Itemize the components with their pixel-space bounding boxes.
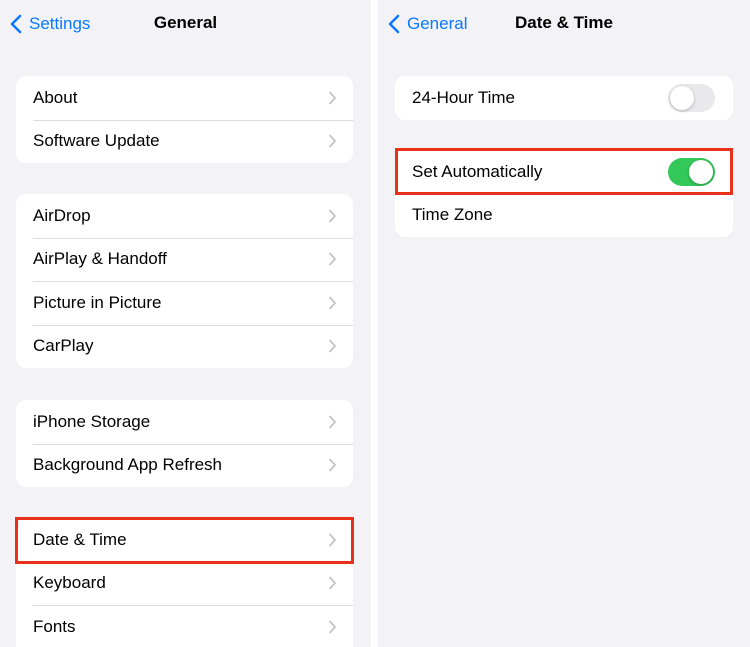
row-label: iPhone Storage <box>33 411 151 431</box>
date-time-screen: General Date & Time 24-Hour Time Set Aut… <box>378 0 750 647</box>
row-label: Fonts <box>33 616 76 636</box>
chevron-right-icon <box>329 91 336 105</box>
row-label: Picture in Picture <box>33 292 162 312</box>
24-hour-time-row: 24-Hour Time <box>395 76 733 120</box>
row-label: 24-Hour Time <box>412 87 515 107</box>
picture-in-picture-row[interactable]: Picture in Picture <box>16 281 353 325</box>
keyboard-row[interactable]: Keyboard <box>16 561 353 606</box>
settings-group-2: AirDrop AirPlay & Handoff Picture in Pic… <box>16 194 353 368</box>
iphone-storage-row[interactable]: iPhone Storage <box>16 400 353 444</box>
back-button-label: General <box>407 14 468 33</box>
set-automatically-toggle[interactable] <box>668 157 715 186</box>
chevron-right-icon <box>329 533 336 547</box>
chevron-right-icon <box>329 296 336 310</box>
row-label: Software Update <box>33 131 160 151</box>
chevron-right-icon <box>329 209 336 223</box>
navigation-bar: Settings General <box>0 0 371 48</box>
toggle-knob <box>689 159 713 184</box>
page-title: General <box>153 13 218 32</box>
set-automatically-row: Set Automatically <box>395 150 733 194</box>
24-hour-time-toggle[interactable] <box>668 83 715 112</box>
settings-group-4: Date & Time Keyboard Fonts <box>16 518 353 647</box>
settings-group-1: About Software Update <box>16 76 353 163</box>
row-label: Set Automatically <box>412 161 543 181</box>
row-label: AirDrop <box>33 205 91 225</box>
fonts-row[interactable]: Fonts <box>16 605 353 647</box>
chevron-right-icon <box>329 576 336 590</box>
software-update-row[interactable]: Software Update <box>16 119 353 164</box>
chevron-right-icon <box>329 252 336 266</box>
settings-group-3: iPhone Storage Background App Refresh <box>16 400 353 487</box>
background-app-refresh-row[interactable]: Background App Refresh <box>16 443 353 488</box>
time-zone-row[interactable]: Time Zone <box>395 193 733 238</box>
toggle-knob <box>670 85 694 110</box>
navigation-bar: General Date & Time <box>378 0 750 48</box>
chevron-right-icon <box>329 134 336 148</box>
row-label: About <box>33 87 78 107</box>
chevron-right-icon <box>329 620 336 634</box>
page-title: Date & Time <box>515 13 613 32</box>
row-label: Keyboard <box>33 573 106 593</box>
chevron-right-icon <box>329 339 336 353</box>
row-label: Date & Time <box>33 529 127 549</box>
date-time-row[interactable]: Date & Time <box>16 518 353 562</box>
time-format-group: 24-Hour Time <box>395 76 733 120</box>
general-screen: Settings General About Software Update A… <box>0 0 371 647</box>
row-label: AirPlay & Handoff <box>33 249 167 269</box>
row-label: Time Zone <box>412 205 493 225</box>
chevron-left-icon <box>388 14 400 34</box>
carplay-row[interactable]: CarPlay <box>16 324 353 369</box>
row-label: CarPlay <box>33 336 94 356</box>
airplay-handoff-row[interactable]: AirPlay & Handoff <box>16 237 353 282</box>
chevron-right-icon <box>329 415 336 429</box>
row-label: Background App Refresh <box>33 455 223 475</box>
back-button-general[interactable]: General <box>388 12 467 36</box>
about-row[interactable]: About <box>16 76 353 120</box>
airdrop-row[interactable]: AirDrop <box>16 194 353 238</box>
auto-time-group: Set Automatically Time Zone <box>395 150 733 237</box>
chevron-right-icon <box>329 458 336 472</box>
